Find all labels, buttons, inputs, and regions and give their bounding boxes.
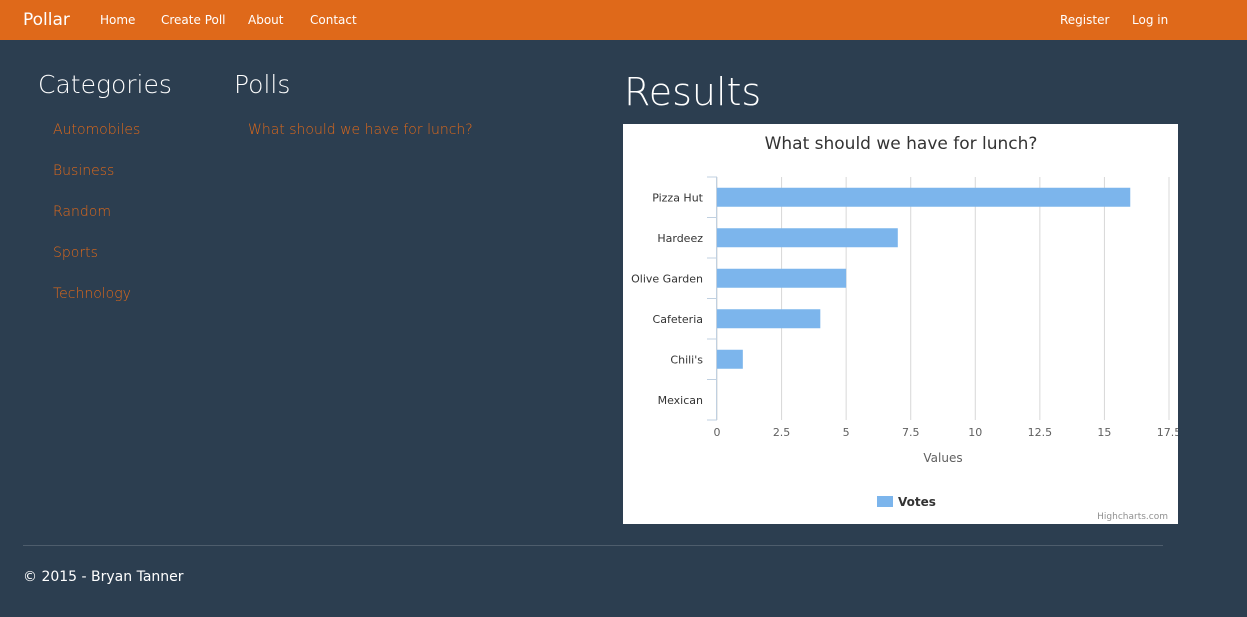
bar-pizza-hut [717,187,1131,207]
categories-heading: Categories [38,70,172,99]
x-tick-label: 17.5 [1157,426,1178,439]
x-tick-label: 10 [968,426,982,439]
category-label: Pizza Hut [652,191,703,204]
nav-home[interactable]: Home [100,13,135,27]
results-heading: Results [624,70,762,114]
results-chart: 0 2.5 5 7.5 10 12.5 15 17.5 Pizza Hut Hardeez Oliv… [623,124,1178,524]
legend-symbol [877,496,893,507]
polls-heading: Polls [234,70,291,99]
chart-credits: Highcharts.com [1097,512,1168,522]
category-label: Olive Garden [631,272,703,285]
category-label: Hardeez [657,232,703,245]
x-tick-label: 7.5 [902,426,920,439]
bar-olive-garden [717,268,847,288]
x-tick-label: 12.5 [1028,426,1053,439]
nav-login[interactable]: Log in [1132,13,1168,27]
poll-item[interactable]: What should we have for lunch? [248,122,473,138]
category-label: Mexican [658,394,703,407]
x-tick-label: 5 [843,426,850,439]
footer-divider [23,545,1163,546]
footer-copyright: © 2015 - Bryan Tanner [23,569,184,585]
bar-chart-svg: 0 2.5 5 7.5 10 12.5 15 17.5 Pizza Hut Hardeez Oliv… [631,134,1178,522]
legend-item-votes: Votes [898,495,936,509]
category-random[interactable]: Random [53,204,111,220]
category-technology[interactable]: Technology [53,286,131,302]
nav-contact[interactable]: Contact [310,13,357,27]
value-axis-title: Values [923,451,962,465]
nav-about[interactable]: About [248,13,283,27]
category-business[interactable]: Business [53,163,114,179]
x-tick-label: 0 [714,426,721,439]
category-automobiles[interactable]: Automobiles [53,122,140,138]
bar-hardeez [717,228,898,248]
nav-register[interactable]: Register [1060,13,1109,27]
nav-create-poll[interactable]: Create Poll [161,13,226,27]
brand-logo[interactable]: Pollar [23,10,70,30]
bar-cafeteria [717,309,821,329]
chart-title: What should we have for lunch? [765,134,1038,154]
category-label: Chili's [670,353,703,366]
category-sports[interactable]: Sports [53,245,98,261]
x-tick-label: 2.5 [773,426,791,439]
bar-chili-s [717,349,743,369]
category-label: Cafeteria [653,313,703,326]
navbar: Pollar Home Create Poll About Contact Re… [0,0,1247,40]
x-tick-label: 15 [1097,426,1111,439]
